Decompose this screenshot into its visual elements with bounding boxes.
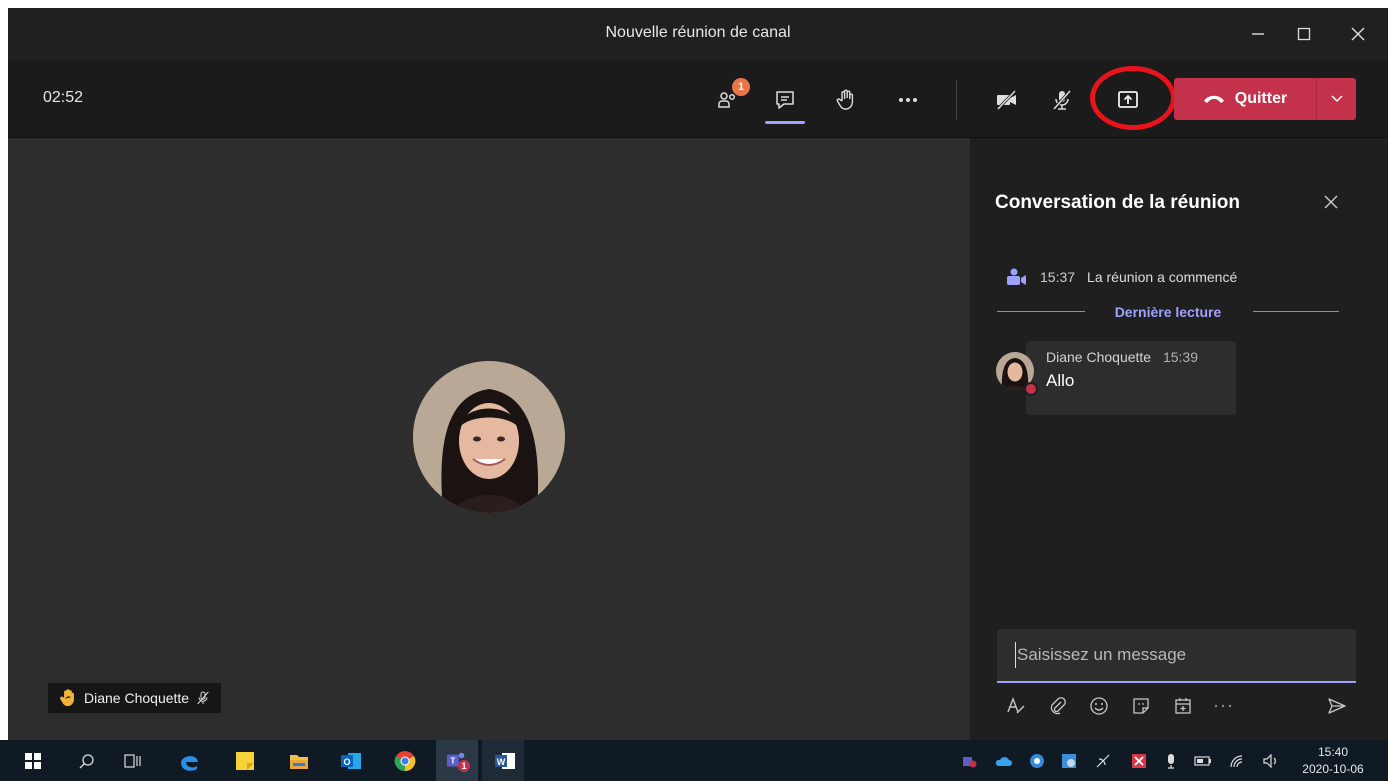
chat-button[interactable] — [767, 82, 803, 118]
hang-up-icon — [1203, 95, 1224, 103]
antivirus-tray-icon[interactable] — [1130, 752, 1148, 770]
leave-meeting-main[interactable]: Quitter — [1174, 78, 1316, 120]
raise-hand-button[interactable] — [828, 82, 864, 118]
edge-browser-icon[interactable] — [178, 750, 200, 772]
emoji-icon[interactable] — [1084, 693, 1114, 719]
wifi-icon[interactable] — [1228, 752, 1246, 770]
word-icon[interactable]: W — [494, 750, 516, 772]
taskbar-clock[interactable]: 15:40 2020-10-06 — [1296, 744, 1370, 778]
minimize-icon[interactable] — [1244, 20, 1272, 48]
more-options-icon[interactable] — [1208, 693, 1238, 719]
highlight-circle — [1090, 66, 1176, 130]
onedrive-icon[interactable] — [994, 752, 1012, 770]
more-actions-button[interactable] — [890, 82, 926, 118]
presence-busy-indicator — [1024, 382, 1038, 396]
windows-start-icon[interactable] — [22, 750, 44, 772]
participant-name: Diane Choquette — [84, 690, 190, 706]
message-time: 15:39 — [1162, 349, 1199, 365]
svg-text:O: O — [343, 757, 350, 767]
network-tray-icon[interactable] — [1094, 752, 1112, 770]
chevron-down-icon — [1330, 95, 1343, 103]
screen-top-edge — [0, 0, 1388, 8]
participants-button[interactable]: 1 — [710, 78, 750, 118]
chrome-icon[interactable] — [394, 750, 416, 772]
last-read-label: Dernière lecture — [1114, 304, 1222, 320]
ellipsis-icon — [899, 98, 917, 102]
microphone-off-icon — [1052, 90, 1072, 110]
meeting-toolbar: 02:52 1 Quitter — [8, 60, 1388, 138]
clock-date: 2020-10-06 — [1302, 762, 1364, 776]
event-text: La réunion a commencé — [1087, 269, 1238, 285]
meeting-stage: Diane Choquette — [8, 138, 970, 740]
camera-off-icon — [996, 89, 1017, 111]
raise-hand-icon — [836, 89, 854, 110]
message-input[interactable] — [1017, 645, 1337, 665]
chat-close-icon[interactable] — [1324, 192, 1338, 215]
format-icon[interactable] — [1001, 693, 1031, 719]
windows-taskbar: O T 1 W 15:40 2020-10-06 — [0, 740, 1388, 781]
chat-active-indicator — [765, 121, 805, 124]
clock-time: 15:40 — [1317, 745, 1349, 759]
participant-avatar — [413, 361, 565, 513]
leave-options-dropdown[interactable] — [1316, 78, 1356, 120]
participants-badge: 1 — [732, 78, 750, 96]
teams-tray-icon[interactable] — [960, 752, 978, 770]
security-tray-icon[interactable] — [1028, 752, 1046, 770]
window-title: Nouvelle réunion de canal — [605, 24, 791, 41]
participant-name-tag: Diane Choquette — [48, 683, 222, 713]
outlook-icon[interactable]: O — [340, 750, 362, 772]
chat-panel-title: Conversation de la réunion — [995, 192, 1240, 213]
svg-text:W: W — [497, 757, 506, 767]
close-icon[interactable] — [1344, 20, 1372, 48]
teams-icon[interactable]: T 1 — [446, 750, 470, 772]
search-icon[interactable] — [76, 750, 98, 772]
leave-meeting-label: Quitter — [1234, 90, 1288, 107]
mute-toggle-button[interactable] — [1044, 82, 1080, 118]
screen-left-edge — [0, 0, 8, 740]
chat-icon — [776, 91, 794, 109]
message-text: Allo — [1046, 371, 1075, 390]
meeting-started-event: 15:37 La réunion a commencé — [1006, 268, 1237, 286]
toolbar-separator — [956, 80, 957, 120]
camera-toggle-button[interactable] — [989, 82, 1025, 118]
text-caret — [1015, 642, 1016, 668]
title-bar: Nouvelle réunion de canal — [8, 8, 1388, 60]
sticky-notes-icon[interactable] — [234, 750, 256, 772]
photos-tray-icon[interactable] — [1060, 752, 1078, 770]
event-time: 15:37 — [1040, 269, 1076, 285]
compose-box[interactable] — [997, 629, 1356, 683]
raised-hand-icon — [60, 689, 74, 707]
meeting-chat-panel: Conversation de la réunion 15:37 La réun… — [970, 138, 1388, 740]
maximize-icon[interactable] — [1290, 20, 1318, 48]
message-author: Diane Choquette — [1046, 349, 1152, 365]
teams-notification-badge: 1 — [458, 760, 470, 772]
meeting-camera-icon — [1007, 268, 1026, 285]
file-explorer-icon[interactable] — [288, 750, 310, 772]
battery-icon[interactable] — [1194, 752, 1212, 770]
task-view-icon[interactable] — [122, 750, 144, 772]
send-icon[interactable] — [1322, 693, 1352, 719]
volume-icon[interactable] — [1262, 752, 1280, 770]
svg-text:T: T — [450, 757, 455, 766]
leave-meeting-button[interactable]: Quitter — [1174, 78, 1356, 120]
sticker-icon[interactable] — [1126, 693, 1156, 719]
last-read-divider: Dernière lecture — [997, 302, 1339, 322]
meeting-timer: 02:52 — [43, 89, 84, 106]
attach-icon[interactable] — [1043, 693, 1073, 719]
chat-message[interactable]: Diane Choquette 15:39 Allo — [1026, 341, 1236, 415]
muted-microphone-icon — [197, 691, 209, 705]
microphone-tray-icon[interactable] — [1162, 752, 1180, 770]
schedule-meeting-icon[interactable] — [1168, 693, 1198, 719]
